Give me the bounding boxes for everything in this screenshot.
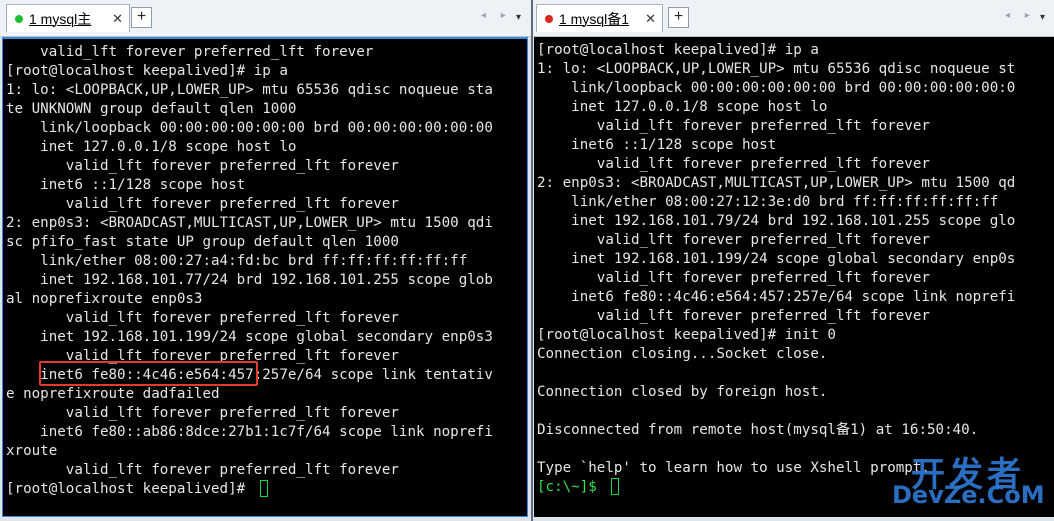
terminal-line: valid_lft forever preferred_lft forever (6, 44, 374, 60)
terminal-line: link/ether 08:00:27:12:3e:d0 brd ff:ff:f… (537, 194, 999, 210)
close-icon[interactable]: ✕ (112, 11, 123, 27)
terminal-line: Disconnected from remote host(mysql备1) a… (537, 422, 979, 438)
session-pane-right: 1 mysql备1 ✕ + ◂ ▸ ▾ [root@localhost keep… (533, 0, 1054, 521)
terminal-line: link/loopback 00:00:00:00:00:00 brd 00:0… (6, 120, 493, 136)
highlight-box (39, 361, 258, 386)
terminal-line: valid_lft forever preferred_lft forever (6, 158, 399, 174)
tab-bar-right: 1 mysql备1 ✕ + ◂ ▸ ▾ (533, 0, 1054, 37)
watermark-bottom: DevZe.CoM (892, 481, 1045, 509)
terminal-line: inet 192.168.101.199/24 scope global sec… (6, 329, 493, 345)
terminal-line: 1: lo: <LOOPBACK,UP,LOWER_UP> mtu 65536 … (6, 82, 493, 98)
terminal-line: inet 192.168.101.77/24 brd 192.168.101.2… (6, 272, 493, 288)
terminal-output: valid_lft forever preferred_lft forever [… (6, 43, 493, 499)
terminal-line: valid_lft forever preferred_lft forever (6, 196, 399, 212)
terminal-line: 2: enp0s3: <BROADCAST,MULTICAST,UP,LOWER… (537, 175, 1016, 191)
terminal-line: [root@localhost keepalived]# ip a (6, 63, 288, 79)
connected-status-icon (15, 14, 23, 23)
shell-prompt: [root@localhost keepalived]# (6, 481, 254, 497)
terminal-line: xroute (6, 443, 58, 459)
terminal-line: inet6 fe80::ab86:8dce:27b1:1c7f/64 scope… (6, 424, 493, 440)
terminal-line: valid_lft forever preferred_lft forever (6, 462, 399, 478)
terminal-line: sc pfifo_fast state UP group default qle… (6, 234, 399, 250)
terminal-line: [root@localhost keepalived]# ip a (537, 42, 819, 58)
terminal-line: e noprefixroute dadfailed (6, 386, 220, 402)
terminal-line: inet 192.168.101.199/24 scope global sec… (537, 251, 1016, 267)
terminal-right[interactable]: [root@localhost keepalived]# ip a 1: lo: … (534, 37, 1054, 517)
terminal-line: al noprefixroute enp0s3 (6, 291, 203, 307)
tab-mysql-master[interactable]: 1 mysql主 ✕ (6, 4, 130, 32)
terminal-line: valid_lft forever preferred_lft forever (537, 308, 930, 324)
terminal-line: te UNKNOWN group default qlen 1000 (6, 101, 297, 117)
terminal-line: Connection closing...Socket close. (537, 346, 828, 362)
terminal-line: link/ether 08:00:27:a4:fd:bc brd ff:ff:f… (6, 253, 468, 269)
terminal-output: [root@localhost keepalived]# ip a 1: lo: … (537, 41, 1015, 497)
terminal-line: valid_lft forever preferred_lft forever (537, 270, 930, 286)
tab-menu-icon[interactable]: ▾ (516, 12, 521, 23)
terminal-line: valid_lft forever preferred_lft forever (537, 156, 930, 172)
text-cursor (259, 480, 268, 497)
terminal-line: 2: enp0s3: <BROADCAST,MULTICAST,UP,LOWER… (6, 215, 493, 231)
terminal-line: inet6 ::1/128 scope host (537, 137, 777, 153)
terminal-line: inet 127.0.0.1/8 scope host lo (537, 99, 828, 115)
tab-label: 1 mysql主 (29, 10, 92, 27)
shell-prompt: [c:\~]$ (537, 479, 606, 495)
terminal-line: inet6 ::1/128 scope host (6, 177, 246, 193)
terminal-line: inet6 fe80::4c46:e564:457:257e/64 scope … (537, 289, 1016, 305)
tab-bar-left: 1 mysql主 ✕ + ◂ ▸ ▾ (0, 0, 531, 37)
terminal-line: valid_lft forever preferred_lft forever (6, 310, 399, 326)
tab-menu-icon[interactable]: ▾ (1040, 12, 1045, 23)
terminal-line: valid_lft forever preferred_lft forever (537, 118, 930, 134)
terminal-line: inet 127.0.0.1/8 scope host lo (6, 139, 297, 155)
terminal-line: link/loopback 00:00:00:00:00:00 brd 00:0… (537, 80, 1016, 96)
terminal-line: inet 192.168.101.79/24 brd 192.168.101.2… (537, 213, 1016, 229)
terminal-line: valid_lft forever preferred_lft forever (537, 232, 930, 248)
tab-mysql-backup[interactable]: 1 mysql备1 ✕ (536, 4, 663, 32)
tab-nav-icon[interactable]: ◂ ▸ (481, 10, 512, 21)
add-tab-button[interactable]: + (131, 7, 152, 28)
terminal-line: valid_lft forever preferred_lft forever (6, 405, 399, 421)
terminal-left[interactable]: valid_lft forever preferred_lft forever [… (2, 37, 528, 517)
terminal-line: [root@localhost keepalived]# init 0 (537, 327, 836, 343)
text-cursor (611, 478, 620, 495)
add-tab-button[interactable]: + (668, 7, 689, 28)
terminal-line: 1: lo: <LOOPBACK,UP,LOWER_UP> mtu 65536 … (537, 61, 1016, 77)
close-icon[interactable]: ✕ (645, 11, 656, 27)
session-pane-left: 1 mysql主 ✕ + ◂ ▸ ▾ valid_lft forever pre… (0, 0, 531, 521)
tab-nav-icon[interactable]: ◂ ▸ (1005, 10, 1036, 21)
tab-label: 1 mysql备1 (559, 10, 630, 27)
terminal-line: Connection closed by foreign host. (537, 384, 828, 400)
disconnected-status-icon (545, 14, 553, 23)
prompt-line[interactable]: [root@localhost keepalived]# (6, 480, 493, 499)
site-watermark: 开发者 DevZe.CoM (892, 447, 1045, 509)
